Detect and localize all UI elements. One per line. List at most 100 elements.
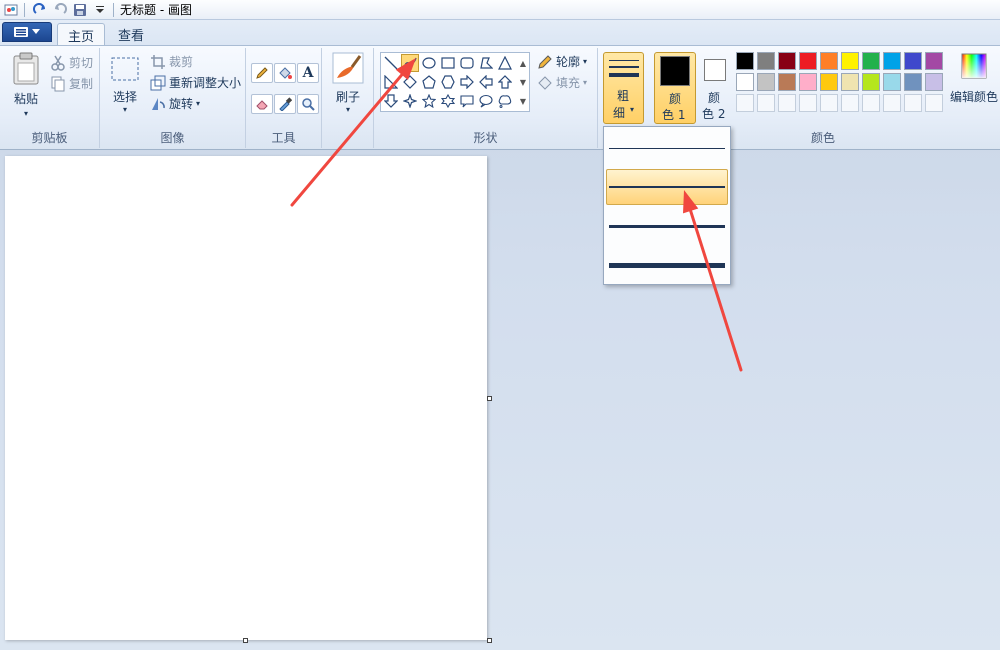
edit-colors-button[interactable]: 编辑颜色 [950, 52, 998, 112]
palette-swatch[interactable] [862, 52, 880, 70]
eraser-tool[interactable] [251, 94, 273, 114]
rounded-rectangle-shape[interactable] [458, 54, 476, 72]
color-picker-tool[interactable] [274, 94, 296, 114]
pencil-tool[interactable] [251, 63, 273, 83]
shapes-scroll-down[interactable]: ▼ [517, 73, 529, 91]
curve-shape[interactable] [401, 54, 419, 72]
custom-color-slot[interactable] [736, 94, 754, 112]
paint-app-icon[interactable] [2, 1, 20, 19]
line-icon [384, 56, 398, 70]
rect-callout-shape[interactable] [458, 92, 476, 110]
copy-icon [50, 76, 66, 92]
tab-home[interactable]: 主页 [57, 23, 106, 46]
triangle-shape[interactable] [496, 54, 514, 72]
four-point-star-shape[interactable] [401, 92, 419, 110]
palette-swatch[interactable] [904, 73, 922, 91]
rotate-button[interactable]: 旋转 ▾ [150, 95, 200, 112]
custom-color-slot[interactable] [799, 94, 817, 112]
color-palette [736, 52, 946, 116]
triangle-icon [498, 56, 512, 70]
oval-callout-shape[interactable] [477, 92, 495, 110]
palette-swatch[interactable] [883, 52, 901, 70]
custom-color-slot[interactable] [904, 94, 922, 112]
palette-swatch[interactable] [736, 52, 754, 70]
custom-color-slot[interactable] [862, 94, 880, 112]
right-arrow-shape[interactable] [458, 73, 476, 91]
shapes-scroll-up[interactable]: ▲ [517, 54, 529, 72]
size-button[interactable]: 粗 细 ▾ [603, 52, 644, 124]
right-triangle-icon [384, 75, 398, 89]
rectangle-shape[interactable] [439, 54, 457, 72]
up-arrow-shape[interactable] [496, 73, 514, 91]
palette-swatch[interactable] [925, 52, 943, 70]
text-tool[interactable]: A [297, 63, 319, 83]
palette-swatch[interactable] [736, 73, 754, 91]
brushes-button[interactable]: 刷子 ▾ [331, 52, 365, 122]
five-point-star-icon [422, 94, 436, 108]
palette-swatch[interactable] [778, 52, 796, 70]
six-point-star-shape[interactable] [439, 92, 457, 110]
crop-button[interactable]: 裁剪 [150, 53, 193, 70]
custom-color-slot[interactable] [925, 94, 943, 112]
palette-swatch[interactable] [757, 52, 775, 70]
palette-swatch[interactable] [841, 52, 859, 70]
resize-handle-bottom[interactable] [243, 638, 248, 643]
palette-swatch[interactable] [778, 73, 796, 91]
palette-swatch[interactable] [841, 73, 859, 91]
palette-swatch[interactable] [820, 52, 838, 70]
size-option[interactable] [606, 169, 728, 205]
palette-swatch[interactable] [925, 73, 943, 91]
select-rectangle-icon [111, 57, 139, 81]
resize-handle-right[interactable] [487, 396, 492, 401]
custom-color-slot[interactable] [757, 94, 775, 112]
palette-swatch[interactable] [799, 73, 817, 91]
shapes-expand[interactable]: ▼ [517, 92, 529, 110]
oval-shape[interactable] [420, 54, 438, 72]
hexagon-shape[interactable] [439, 73, 457, 91]
size-option[interactable] [606, 130, 728, 166]
left-arrow-shape[interactable] [477, 73, 495, 91]
file-menu-button[interactable] [2, 22, 52, 42]
palette-swatch[interactable] [883, 73, 901, 91]
palette-swatch[interactable] [862, 73, 880, 91]
color2-button[interactable]: 颜 色 2 [700, 52, 732, 124]
select-button[interactable]: 选择 ▾ [108, 56, 142, 120]
size-option[interactable] [606, 247, 728, 283]
size-dropdown [603, 126, 731, 285]
fill-button[interactable]: 填充 ▾ [537, 74, 587, 91]
right-triangle-shape[interactable] [382, 73, 400, 91]
five-point-star-shape[interactable] [420, 92, 438, 110]
custom-color-slot[interactable] [841, 94, 859, 112]
palette-swatch[interactable] [799, 52, 817, 70]
copy-button[interactable]: 复制 [50, 75, 93, 92]
paste-button[interactable]: 粘贴 ▾ [8, 52, 44, 120]
undo-icon[interactable] [51, 1, 69, 19]
down-arrow-shape[interactable] [382, 92, 400, 110]
palette-swatch[interactable] [757, 73, 775, 91]
diamond-shape[interactable] [401, 73, 419, 91]
tab-view[interactable]: 查看 [108, 23, 154, 46]
palette-swatch[interactable] [820, 73, 838, 91]
color1-button[interactable]: 颜 色 1 [654, 52, 696, 124]
custom-color-slot[interactable] [778, 94, 796, 112]
outline-button[interactable]: 轮廓 ▾ [537, 53, 587, 70]
palette-swatch[interactable] [904, 52, 922, 70]
save-icon[interactable] [71, 1, 89, 19]
fill-tool[interactable] [274, 63, 296, 83]
six-point-star-icon [441, 94, 455, 108]
drawing-canvas[interactable] [5, 156, 487, 640]
pentagon-shape[interactable] [420, 73, 438, 91]
size-option[interactable] [606, 208, 728, 244]
custom-color-slot[interactable] [883, 94, 901, 112]
polygon-shape[interactable] [477, 54, 495, 72]
resize-button[interactable]: 重新调整大小 [150, 74, 241, 91]
quick-access-dropdown-icon[interactable] [91, 1, 109, 19]
magnifier-tool[interactable] [297, 94, 319, 114]
custom-color-slot[interactable] [820, 94, 838, 112]
redo-icon[interactable] [31, 1, 49, 19]
size-option-line [609, 224, 725, 228]
line-shape[interactable] [382, 54, 400, 72]
cloud-callout-shape[interactable] [496, 92, 514, 110]
resize-handle-corner[interactable] [487, 638, 492, 643]
cut-button[interactable]: 剪切 [50, 54, 93, 71]
